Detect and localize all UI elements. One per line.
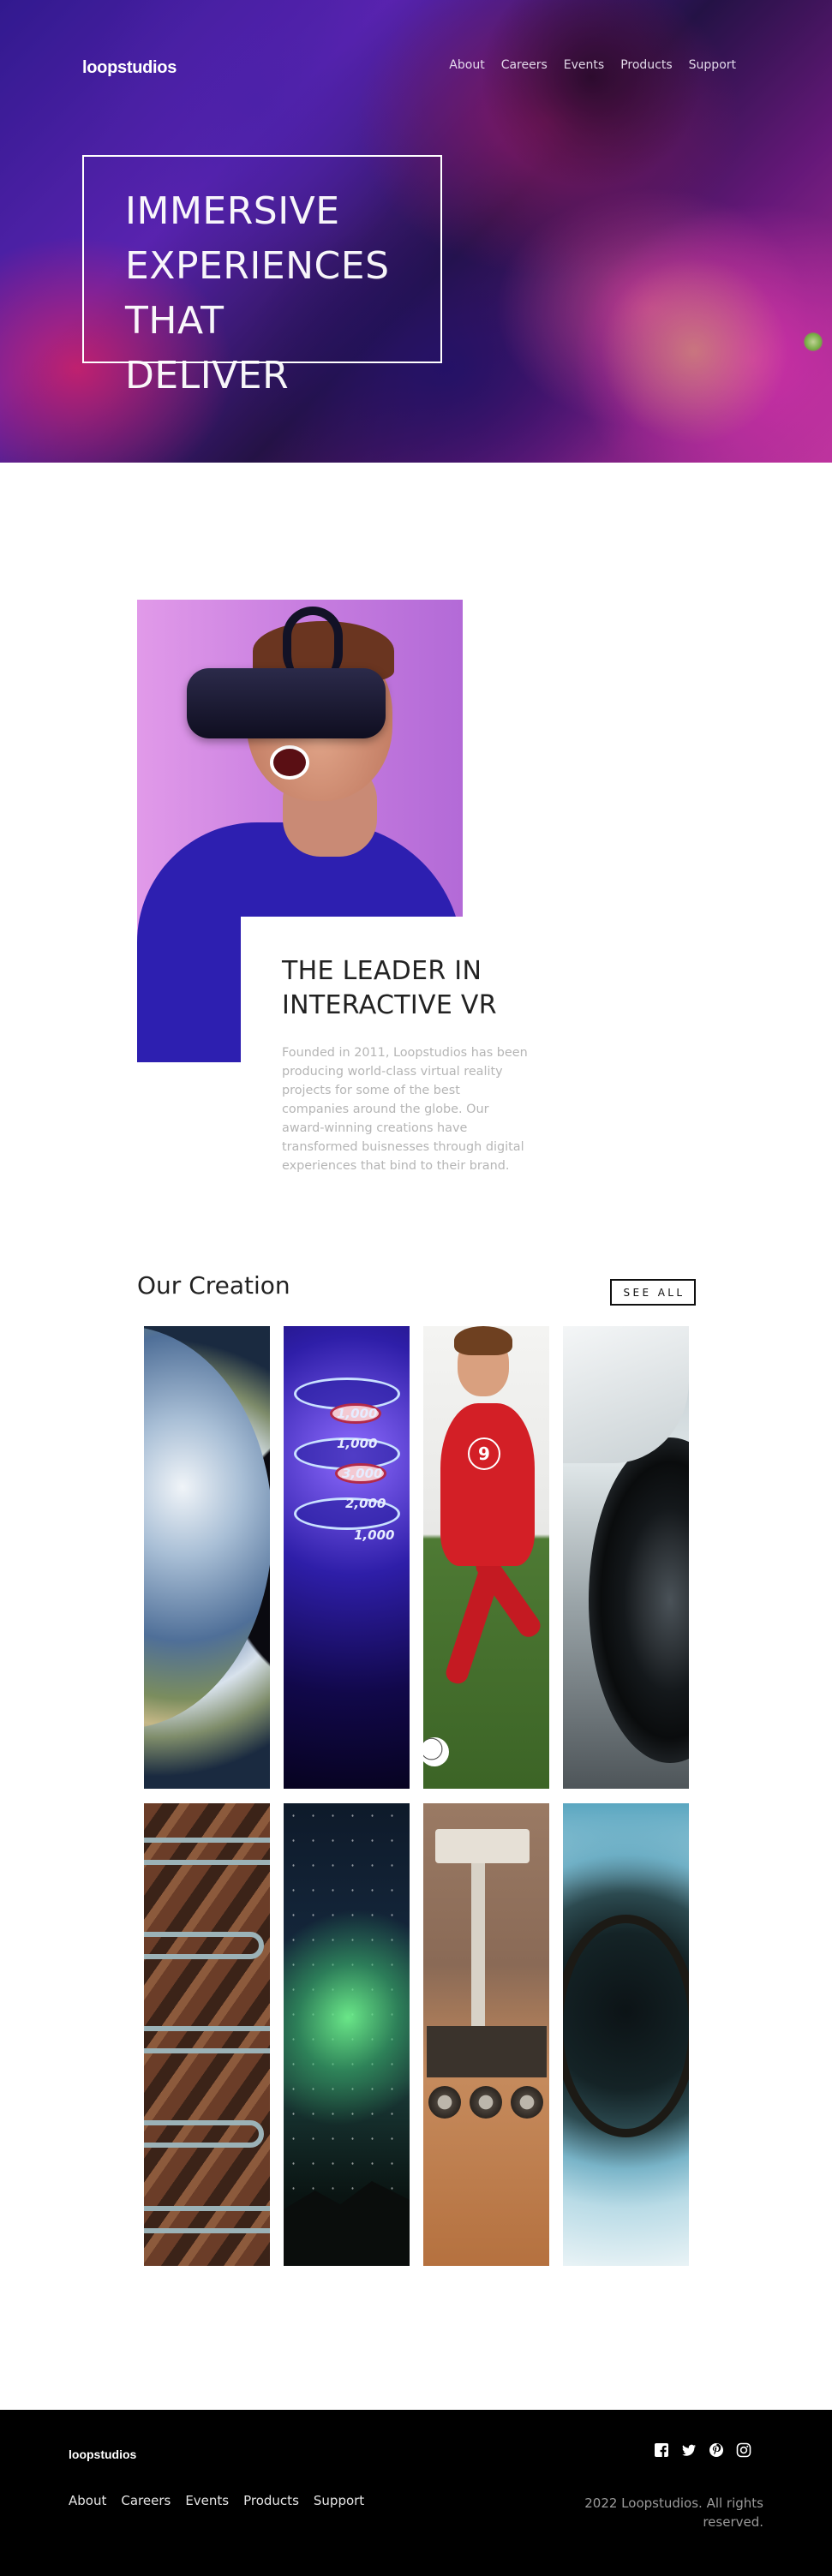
road-curve (144, 1932, 264, 1959)
twitter-icon[interactable] (681, 2442, 697, 2458)
jersey-number-icon: 9 (468, 1437, 500, 1470)
footer-logo[interactable]: loopstudios (69, 2447, 136, 2461)
arcade-score: 1,000 (337, 1436, 378, 1451)
creations-title: Our Creation (137, 1271, 290, 1300)
rover-mast (471, 1838, 485, 2026)
nav-careers[interactable]: Careers (501, 58, 548, 72)
social-links (654, 2442, 751, 2458)
footer-nav-products[interactable]: Products (243, 2493, 299, 2508)
soccer-ball-icon (423, 1737, 449, 1766)
hero-headline-box: IMMERSIVE EXPERIENCES THAT DELIVER (82, 155, 442, 397)
footer-nav-about[interactable]: About (69, 2493, 106, 2508)
road-curve (144, 2026, 270, 2053)
player-jersey (440, 1403, 535, 1566)
earth-globe (144, 1326, 270, 1729)
hero-section: loopstudios About Careers Events Product… (0, 0, 832, 463)
soccer-image[interactable]: 9 (423, 1326, 549, 1789)
nav-products[interactable]: Products (620, 58, 672, 72)
facebook-icon[interactable] (654, 2442, 669, 2458)
vr-mouth (270, 745, 309, 780)
rover-image[interactable] (423, 1803, 549, 2266)
nav-events[interactable]: Events (564, 58, 604, 72)
creations-grid: 1,000 1,000 3,000 2,000 1,000 9 (144, 1326, 689, 2266)
nav-about[interactable]: About (449, 58, 484, 72)
planet-image[interactable] (563, 1803, 689, 2266)
road-image[interactable] (144, 1803, 270, 2266)
arcade-score: 1,000 (337, 1406, 378, 1421)
planet-horizon (563, 1915, 689, 2137)
instagram-icon[interactable] (736, 2442, 751, 2458)
footer-nav-support[interactable]: Support (314, 2493, 364, 2508)
leader-title-line: THE LEADER IN (282, 956, 482, 986)
hero-headline-line: IMMERSIVE (125, 189, 340, 233)
car-image[interactable] (563, 1326, 689, 1789)
vr-headset (187, 668, 386, 738)
copyright-text: 2022 Loopstudios. All rights reserved. (584, 2495, 763, 2530)
player-hair (454, 1326, 512, 1355)
aurora-image[interactable] (284, 1803, 410, 2266)
car-wheel (589, 1437, 689, 1763)
arcade-score: 3,000 (342, 1466, 383, 1481)
road-curve (144, 2206, 270, 2233)
site-footer: loopstudios About Careers Events Product… (0, 2410, 832, 2576)
footer-nav-careers[interactable]: Careers (121, 2493, 171, 2508)
footer-nav-events[interactable]: Events (185, 2493, 229, 2508)
arcade-image[interactable]: 1,000 1,000 3,000 2,000 1,000 (284, 1326, 410, 1789)
footer-nav: About Careers Events Products Support (69, 2493, 364, 2508)
rover-wheel (470, 2086, 502, 2119)
road-curve (144, 1838, 270, 1865)
road-curve (144, 2120, 264, 2148)
rover-camera-head (435, 1829, 530, 1863)
site-logo[interactable]: loopstudios (82, 58, 177, 78)
leader-title-line: INTERACTIVE VR (282, 990, 497, 1020)
arcade-score: 2,000 (345, 1496, 386, 1511)
main-nav: About Careers Events Products Support (449, 58, 736, 72)
leader-title: THE LEADER IN INTERACTIVE VR (282, 954, 546, 1023)
aurora-band (284, 1873, 410, 2162)
hero-headline-line: EXPERIENCES (125, 244, 390, 288)
earth-image[interactable] (144, 1326, 270, 1789)
leader-card: THE LEADER IN INTERACTIVE VR Founded in … (241, 917, 587, 1199)
see-all-button[interactable]: SEE ALL (610, 1279, 696, 1306)
arcade-score: 1,000 (354, 1527, 395, 1543)
leader-description: Founded in 2011, Loopstudios has been pr… (282, 1046, 528, 1173)
nav-support[interactable]: Support (689, 58, 736, 72)
rover-wheel (428, 2086, 461, 2119)
hero-headline-line: THAT DELIVER (125, 299, 290, 397)
rover-deck (427, 2026, 547, 2077)
planet-sky (563, 1803, 689, 1889)
pinterest-icon[interactable] (709, 2442, 724, 2458)
rover-wheel (511, 2086, 543, 2119)
